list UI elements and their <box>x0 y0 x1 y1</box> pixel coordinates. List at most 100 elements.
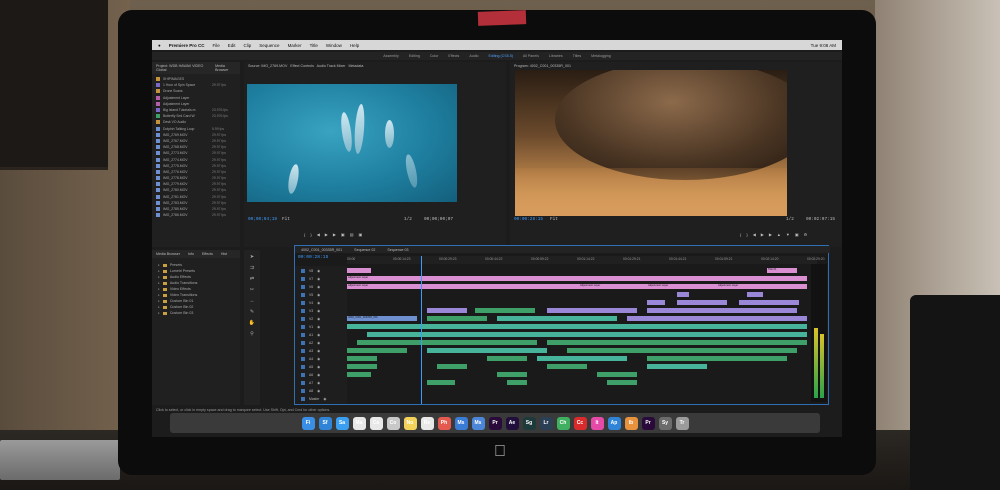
tab-media-browser[interactable]: Media Browser <box>215 64 236 72</box>
dock-app-icon[interactable]: Fi <box>301 416 315 430</box>
extract-icon[interactable]: ▼ <box>786 232 790 237</box>
play-icon[interactable]: ▶ <box>325 232 328 237</box>
track-header[interactable]: V3 ◉ <box>301 308 320 314</box>
timeline-clip[interactable] <box>547 340 807 345</box>
eye-icon[interactable]: ◉ <box>317 333 320 337</box>
track-header[interactable]: A8 ◉ <box>301 388 320 394</box>
app-menu[interactable]: Premiere Pro CC <box>169 43 205 48</box>
selection-tool-icon[interactable]: ➤ <box>247 253 257 261</box>
menu-sequence[interactable]: Sequence <box>259 43 279 48</box>
dock-app-icon[interactable]: Pr <box>488 416 502 430</box>
track-target-icon[interactable] <box>301 397 305 401</box>
menu-marker[interactable]: Marker <box>288 43 302 48</box>
dock-app-icon[interactable]: No <box>403 416 417 430</box>
track-target-icon[interactable] <box>301 317 305 321</box>
timeline-clip[interactable]: Adjustment Layer <box>647 284 707 289</box>
program-video-frame[interactable] <box>515 70 787 216</box>
tab-project[interactable]: Project: WDB HAWAII VIDEO Global <box>156 64 207 72</box>
track-target-icon[interactable] <box>301 301 305 305</box>
dock-app-icon[interactable]: Lr <box>539 416 553 430</box>
menu-file[interactable]: File <box>212 43 219 48</box>
timeline-clip[interactable] <box>347 268 371 273</box>
tab-effect-controls[interactable]: Effect Controls <box>290 64 314 68</box>
track-target-icon[interactable] <box>301 277 305 281</box>
timeline-clip[interactable] <box>427 308 467 313</box>
dock-app-icon[interactable]: Ib <box>624 416 638 430</box>
step-back-icon[interactable]: ◀ <box>317 232 320 237</box>
ripple-edit-tool-icon[interactable]: ⇄ <box>247 275 257 283</box>
source-scale-select[interactable]: 1/2 <box>404 217 412 222</box>
timeline-clip[interactable] <box>437 364 467 369</box>
track-header[interactable]: A7 ◉ <box>301 380 320 386</box>
timeline-clip[interactable] <box>647 300 665 305</box>
timeline-clip[interactable]: Adjustment Layer <box>579 284 639 289</box>
track-header[interactable]: V1 ◉ <box>301 324 320 330</box>
source-video-frame[interactable] <box>247 84 457 202</box>
timeline-clip[interactable] <box>537 356 627 361</box>
timeline-clip[interactable] <box>739 300 799 305</box>
timeline-clip[interactable] <box>627 316 807 321</box>
source-monitor-title[interactable]: Source: IMG_2769.MOV Effect Controls Aud… <box>248 64 363 68</box>
timeline-clip[interactable] <box>597 372 637 377</box>
eye-icon[interactable]: ◉ <box>317 357 320 361</box>
mark-in-icon[interactable]: { <box>304 232 305 237</box>
timeline-clip[interactable] <box>475 308 535 313</box>
play-icon[interactable]: ▶ <box>761 232 764 237</box>
track-header[interactable]: V7 ◉ <box>301 276 320 282</box>
dock-app-icon[interactable]: Ma <box>352 416 366 430</box>
track-header[interactable]: Master ◉ <box>301 396 326 402</box>
zoom-tool-icon[interactable]: ⚲ <box>247 330 257 338</box>
dock-app-icon[interactable]: Ap <box>607 416 621 430</box>
tab-info[interactable]: Info <box>188 252 194 256</box>
track-target-icon[interactable] <box>301 269 305 273</box>
dock-app-icon[interactable]: Sy <box>658 416 672 430</box>
timeline-clip[interactable] <box>547 364 587 369</box>
tab-effects[interactable]: Effects <box>202 252 213 256</box>
menu-help[interactable]: Help <box>350 43 359 48</box>
program-monitor-title[interactable]: Program: 4002_C001_00335R_001 <box>514 64 571 68</box>
disclosure-triangle-icon[interactable]: ▸ <box>158 269 160 273</box>
playhead[interactable] <box>421 256 422 404</box>
step-forward-icon[interactable]: ▶ <box>769 232 772 237</box>
menu-window[interactable]: Window <box>326 43 342 48</box>
timeline-clip[interactable] <box>427 380 455 385</box>
step-forward-icon[interactable]: ▶ <box>333 232 336 237</box>
track-header[interactable]: A4 ◉ <box>301 356 320 362</box>
effects-folder[interactable]: ▸ Custom Bin 03 <box>158 310 234 316</box>
timeline-clip[interactable] <box>347 364 377 369</box>
track-header[interactable]: A3 ◉ <box>301 348 320 354</box>
dock-app-icon[interactable]: Sg <box>522 416 536 430</box>
dock-app-icon[interactable]: Pr <box>641 416 655 430</box>
track-target-icon[interactable] <box>301 293 305 297</box>
track-target-icon[interactable] <box>301 325 305 329</box>
settings-icon[interactable]: ⚙ <box>804 232 808 237</box>
eye-icon[interactable]: ◉ <box>317 293 320 297</box>
lift-icon[interactable]: ▲ <box>777 232 781 237</box>
program-scale-select[interactable]: 1/2 <box>786 217 794 222</box>
tab-history[interactable]: Hist <box>221 252 227 256</box>
track-target-icon[interactable] <box>301 333 305 337</box>
razor-tool-icon[interactable]: ✂ <box>247 286 257 294</box>
eye-icon[interactable]: ◉ <box>323 397 326 401</box>
timeline-clip[interactable] <box>347 356 377 361</box>
workspace-color[interactable]: Color <box>430 54 439 58</box>
tab-sequence-03[interactable]: Sequence 03 <box>387 248 408 252</box>
disclosure-triangle-icon[interactable]: ▸ <box>158 293 160 297</box>
timeline-clip[interactable]: Adjustment Layer <box>717 284 777 289</box>
eye-icon[interactable]: ◉ <box>317 301 320 305</box>
timeline-clip[interactable] <box>427 316 487 321</box>
disclosure-triangle-icon[interactable]: ▸ <box>158 305 160 309</box>
eye-icon[interactable]: ◉ <box>317 349 320 353</box>
tab-sequence-02[interactable]: Sequence 02 <box>354 248 375 252</box>
timeline-clip[interactable] <box>357 340 537 345</box>
track-area[interactable]: Title 01 Adjustment Layer Adjustment Layer… <box>347 266 807 404</box>
timeline-clip[interactable] <box>487 356 527 361</box>
eye-icon[interactable]: ◉ <box>317 365 320 369</box>
timeline-clip[interactable] <box>647 364 707 369</box>
timeline-clip[interactable] <box>367 332 807 337</box>
workspace-all-panels[interactable]: All Panels <box>523 54 539 58</box>
timeline-clip[interactable] <box>497 372 527 377</box>
track-target-icon[interactable] <box>301 285 305 289</box>
track-header[interactable]: A1 ◉ <box>301 332 320 338</box>
track-target-icon[interactable] <box>301 341 305 345</box>
